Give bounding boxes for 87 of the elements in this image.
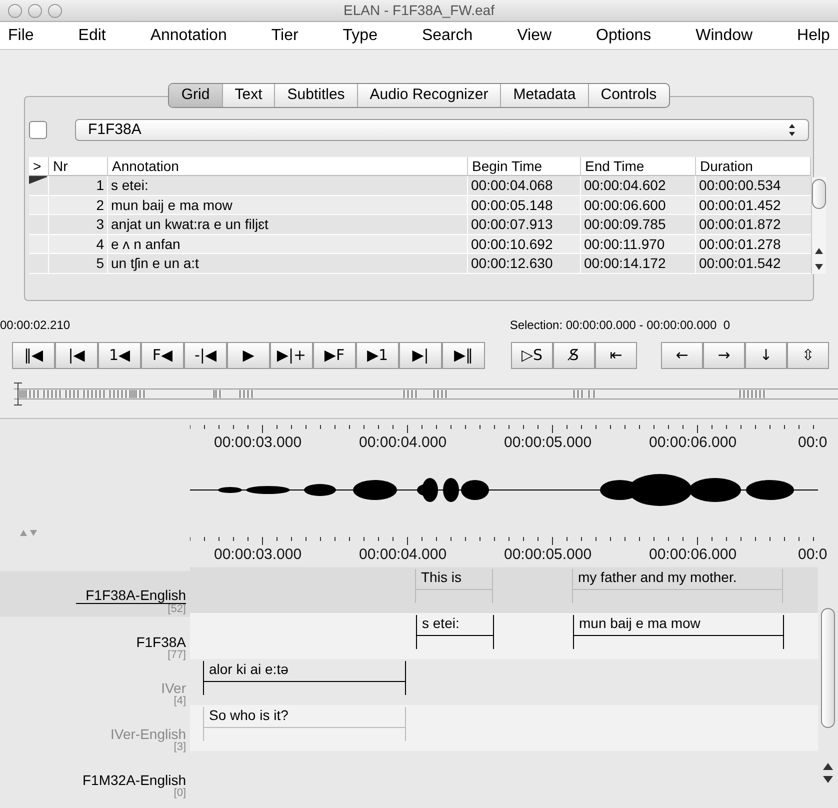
menu-item[interactable]: Type <box>338 24 382 48</box>
player-button[interactable]: ↓ <box>745 342 787 369</box>
table-cell-text: 00:00:01.278 <box>698 234 782 254</box>
player-button[interactable]: → <box>703 342 745 369</box>
annotation-count: [4] <box>174 696 186 707</box>
tier-label[interactable]: F1F38A-English <box>76 587 186 604</box>
ruler-label: 00:00:04.000 <box>359 546 447 564</box>
ruler-label: 00:0 <box>798 546 828 564</box>
ruler-label: 00:00:06.000 <box>649 434 737 452</box>
scrollbar[interactable] <box>811 177 826 274</box>
tab[interactable]: Grid <box>169 84 223 107</box>
annotation[interactable]: s etei: <box>416 615 494 649</box>
annotation[interactable]: my father and my mother. <box>572 569 783 603</box>
player-button[interactable]: ▶| <box>399 342 442 369</box>
media-time: 00:00:02.210 <box>0 317 70 334</box>
ruler-label: 00:00:06.000 <box>649 546 737 564</box>
selection-label: Selection: 00:00:00.000 - 00:00:00.000 0 <box>510 317 730 334</box>
window-title: ELAN - F1F38A_FW.eaf <box>344 1 494 20</box>
player-button[interactable]: ▶F <box>313 342 356 369</box>
annotation[interactable]: alor ki ai e:tə <box>203 661 406 695</box>
menu-item[interactable]: Search <box>418 24 477 48</box>
annotation-count: [0] <box>174 788 186 799</box>
table-cell: 00:00:07.913 <box>468 215 581 234</box>
player-button[interactable]: ⇤ <box>595 342 637 369</box>
menu-item[interactable]: Options <box>592 24 656 48</box>
window-control-icon[interactable] <box>8 4 22 18</box>
menu-item[interactable]: Annotation <box>146 24 231 48</box>
table-cell: s etei: <box>108 176 468 195</box>
player-button[interactable]: ▶‖ <box>442 342 485 369</box>
tier-dropdown[interactable]: F1F38A <box>75 119 809 141</box>
menu-item[interactable]: Tier <box>267 24 302 48</box>
tab[interactable]: Metadata <box>501 84 589 107</box>
annotation-count: [52] <box>168 604 186 615</box>
ruler-label: 00:00:04.000 <box>359 434 447 452</box>
checkbox[interactable] <box>29 121 47 139</box>
table-cell-text: 00:00:01.452 <box>698 196 782 214</box>
table-cell: 00:00:04.602 <box>581 176 696 195</box>
tab[interactable]: Controls <box>588 84 669 107</box>
annotation-count: [77] <box>168 650 186 661</box>
window-control-icon[interactable] <box>28 4 42 18</box>
player-button[interactable]: ‖◀ <box>12 342 55 369</box>
table-cell-text: 00:00:00.534 <box>698 176 782 195</box>
menu-item[interactable]: Edit <box>74 24 110 48</box>
player-button[interactable]: ▶1 <box>356 342 399 369</box>
table-cell: 00:00:09.785 <box>581 215 696 234</box>
table-cell: un tʃin e un a:t <box>108 254 468 273</box>
player-button[interactable]: |◀ <box>55 342 98 369</box>
player-button[interactable]: ▶|+ <box>270 342 313 369</box>
tier-label[interactable]: F1M32A-English <box>82 772 186 788</box>
player-button[interactable]: ▶ <box>227 342 270 369</box>
table-cell: 00:00:04.068 <box>468 176 581 195</box>
player-button[interactable]: F◀ <box>141 342 184 369</box>
ruler-label: 00:0 <box>798 434 828 452</box>
table-cell: 5 <box>49 254 108 273</box>
ruler-label: 00:00:05.000 <box>504 546 592 564</box>
table-cell: 00:00:14.172 <box>581 254 696 273</box>
tab[interactable]: Subtitles <box>275 84 358 107</box>
scroll-thumb[interactable] <box>812 179 826 209</box>
player-button[interactable]: -|◀ <box>184 342 227 369</box>
table-cell: anjat un kwat:ra e un filjɛt <box>108 215 468 234</box>
table-cell: 00:00:12.630 <box>468 254 581 273</box>
annotation-count: [3] <box>174 742 186 753</box>
menu-item[interactable]: Window <box>692 24 757 48</box>
table-cell-text: 00:00:01.542 <box>698 254 782 273</box>
window-control-icon[interactable] <box>48 4 62 18</box>
menu-item[interactable]: File <box>4 24 38 48</box>
player-button[interactable]: ← <box>661 342 703 369</box>
player-button[interactable]: 1◀ <box>98 342 141 369</box>
ruler-label: 00:00:03.000 <box>214 434 302 452</box>
annotation[interactable]: This is <box>415 569 493 603</box>
player-button[interactable]: ⇳ <box>787 342 829 369</box>
ruler-label: 00:00:05.000 <box>504 434 592 452</box>
stepper-icon <box>788 123 796 137</box>
table-cell: 3 <box>49 215 108 234</box>
ruler-label: 00:00:03.000 <box>214 546 302 564</box>
player-button[interactable]: S̸ <box>553 342 595 369</box>
scroll-thumb[interactable] <box>821 608 835 728</box>
zoom-arrows-icon <box>20 529 38 537</box>
tier-label[interactable]: F1F38A <box>136 634 186 650</box>
player-button[interactable]: ▷S <box>511 342 553 369</box>
menu-item[interactable]: View <box>513 24 556 48</box>
table-cell: 1 <box>49 176 108 195</box>
menu-item[interactable]: Help <box>793 24 834 48</box>
tab[interactable]: Text <box>222 84 276 107</box>
tab[interactable]: Audio Recognizer <box>358 84 502 107</box>
annotation[interactable]: mun baij e ma mow <box>573 615 784 649</box>
table-cell-text: 00:00:01.872 <box>698 215 782 234</box>
